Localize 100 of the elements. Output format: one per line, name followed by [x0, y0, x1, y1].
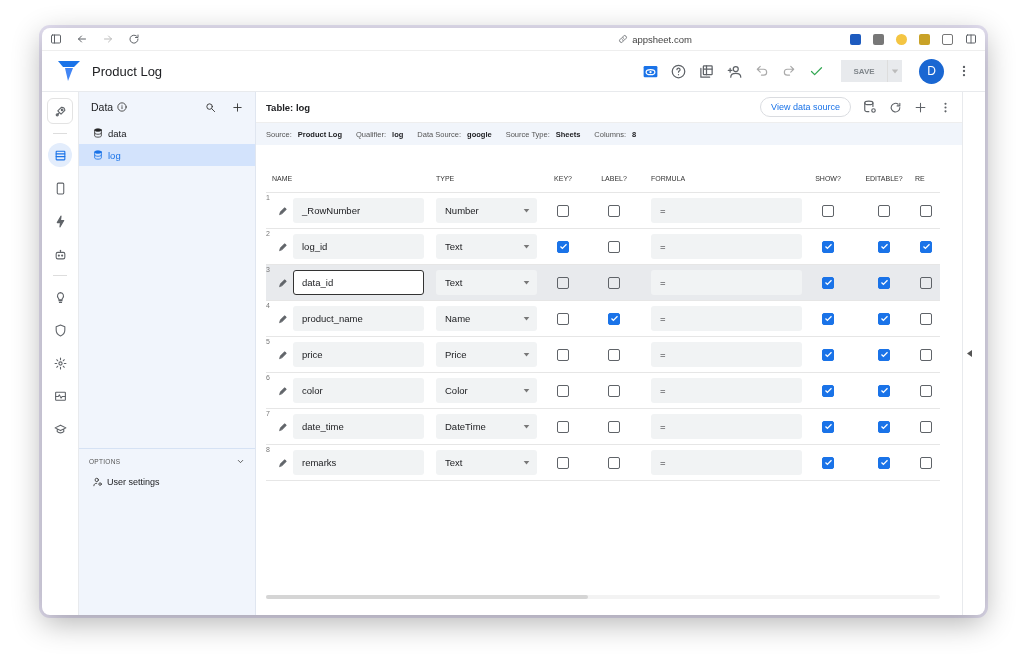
editable-checkbox[interactable]	[878, 312, 890, 325]
key-checkbox[interactable]	[557, 312, 569, 325]
checkbox[interactable]	[920, 240, 932, 253]
name-field[interactable]: date_time	[293, 414, 424, 439]
checkbox[interactable]	[920, 312, 932, 325]
pencil-icon[interactable]	[278, 349, 288, 360]
show-checkbox[interactable]	[822, 276, 834, 289]
name-field[interactable]: log_id	[293, 234, 424, 259]
formula-field[interactable]: =	[651, 270, 802, 295]
rail-item[interactable]	[48, 143, 72, 167]
add-icon[interactable]	[914, 100, 927, 114]
type-dropdown[interactable]: Text	[436, 450, 537, 475]
editable-checkbox[interactable]	[878, 420, 890, 433]
sidebar-icon[interactable]	[50, 33, 62, 45]
formula-field[interactable]: =	[651, 378, 802, 403]
pencil-icon[interactable]	[278, 205, 288, 216]
label-checkbox[interactable]	[608, 312, 620, 325]
label-checkbox[interactable]	[608, 456, 620, 469]
type-dropdown[interactable]: Color	[436, 378, 537, 403]
type-dropdown[interactable]: Number	[436, 198, 537, 223]
reload-icon[interactable]	[128, 33, 140, 45]
show-checkbox[interactable]	[822, 240, 834, 253]
name-field[interactable]: _RowNumber	[293, 198, 424, 223]
extension-icon[interactable]	[942, 33, 953, 45]
user-avatar[interactable]: D	[919, 58, 944, 84]
add-person-icon[interactable]	[727, 63, 742, 79]
formula-field[interactable]: =	[651, 234, 802, 259]
show-checkbox[interactable]	[822, 384, 834, 397]
pencil-icon[interactable]	[278, 421, 288, 432]
name-field[interactable]: product_name	[293, 306, 424, 331]
name-field[interactable]: remarks	[293, 450, 424, 475]
pencil-icon[interactable]	[278, 385, 288, 396]
checkbox[interactable]	[920, 204, 932, 217]
key-checkbox[interactable]	[557, 456, 569, 469]
type-dropdown[interactable]: Text	[436, 270, 537, 295]
formula-field[interactable]: =	[651, 306, 802, 331]
collapse-arrow-icon[interactable]	[967, 350, 972, 357]
add-icon[interactable]	[232, 101, 243, 113]
key-checkbox[interactable]	[557, 240, 569, 253]
refresh-icon[interactable]	[889, 100, 902, 114]
checkbox[interactable]	[920, 420, 932, 433]
key-checkbox[interactable]	[557, 276, 569, 289]
checkbox[interactable]	[920, 348, 932, 361]
name-field[interactable]: price	[293, 342, 424, 367]
key-checkbox[interactable]	[557, 384, 569, 397]
editable-checkbox[interactable]	[878, 456, 890, 469]
show-checkbox[interactable]	[822, 312, 834, 325]
formula-field[interactable]: =	[651, 414, 802, 439]
label-checkbox[interactable]	[608, 204, 620, 217]
editable-checkbox[interactable]	[878, 240, 890, 253]
pencil-icon[interactable]	[278, 277, 288, 288]
editable-checkbox[interactable]	[878, 276, 890, 289]
url-text[interactable]: appsheet.com	[632, 33, 692, 45]
label-checkbox[interactable]	[608, 348, 620, 361]
rail-item[interactable]	[47, 98, 73, 124]
show-checkbox[interactable]	[822, 204, 834, 217]
editable-checkbox[interactable]	[878, 204, 890, 217]
type-dropdown[interactable]: Text	[436, 234, 537, 259]
formula-field[interactable]: =	[651, 198, 802, 223]
show-checkbox[interactable]	[822, 420, 834, 433]
show-checkbox[interactable]	[822, 456, 834, 469]
editable-checkbox[interactable]	[878, 384, 890, 397]
extension-icon[interactable]	[873, 33, 884, 45]
options-item[interactable]: User settings	[89, 476, 166, 488]
pencil-icon[interactable]	[278, 457, 288, 468]
key-checkbox[interactable]	[557, 348, 569, 361]
type-dropdown[interactable]: DateTime	[436, 414, 537, 439]
chevron-down-icon[interactable]	[236, 457, 245, 466]
database-settings-icon[interactable]	[863, 100, 877, 114]
key-checkbox[interactable]	[557, 204, 569, 217]
copy-icon[interactable]	[699, 63, 714, 79]
checkbox[interactable]	[920, 456, 932, 469]
table-list-item[interactable]: log	[79, 144, 255, 166]
name-field[interactable]: color	[293, 378, 424, 403]
label-checkbox[interactable]	[608, 384, 620, 397]
key-checkbox[interactable]	[557, 420, 569, 433]
pencil-icon[interactable]	[278, 313, 288, 324]
label-checkbox[interactable]	[608, 276, 620, 289]
label-checkbox[interactable]	[608, 420, 620, 433]
info-icon[interactable]	[117, 102, 128, 112]
editable-checkbox[interactable]	[878, 348, 890, 361]
formula-field[interactable]: =	[651, 342, 802, 367]
formula-field[interactable]: =	[651, 450, 802, 475]
name-field[interactable]: data_id	[293, 270, 424, 295]
label-checkbox[interactable]	[608, 240, 620, 253]
horizontal-scrollbar[interactable]	[266, 595, 940, 599]
show-checkbox[interactable]	[822, 348, 834, 361]
table-list-item[interactable]: data	[79, 122, 255, 144]
preview-icon[interactable]	[643, 63, 658, 79]
split-view-icon[interactable]	[965, 33, 977, 45]
help-icon[interactable]	[671, 63, 686, 79]
type-dropdown[interactable]: Name	[436, 306, 537, 331]
type-dropdown[interactable]: Price	[436, 342, 537, 367]
search-icon[interactable]	[205, 101, 216, 113]
checkbox[interactable]	[920, 384, 932, 397]
pencil-icon[interactable]	[278, 241, 288, 252]
checkbox[interactable]	[920, 276, 932, 289]
view-data-source-button[interactable]: View data source	[760, 97, 851, 117]
extension-icon[interactable]	[850, 33, 861, 45]
back-icon[interactable]	[76, 33, 88, 45]
